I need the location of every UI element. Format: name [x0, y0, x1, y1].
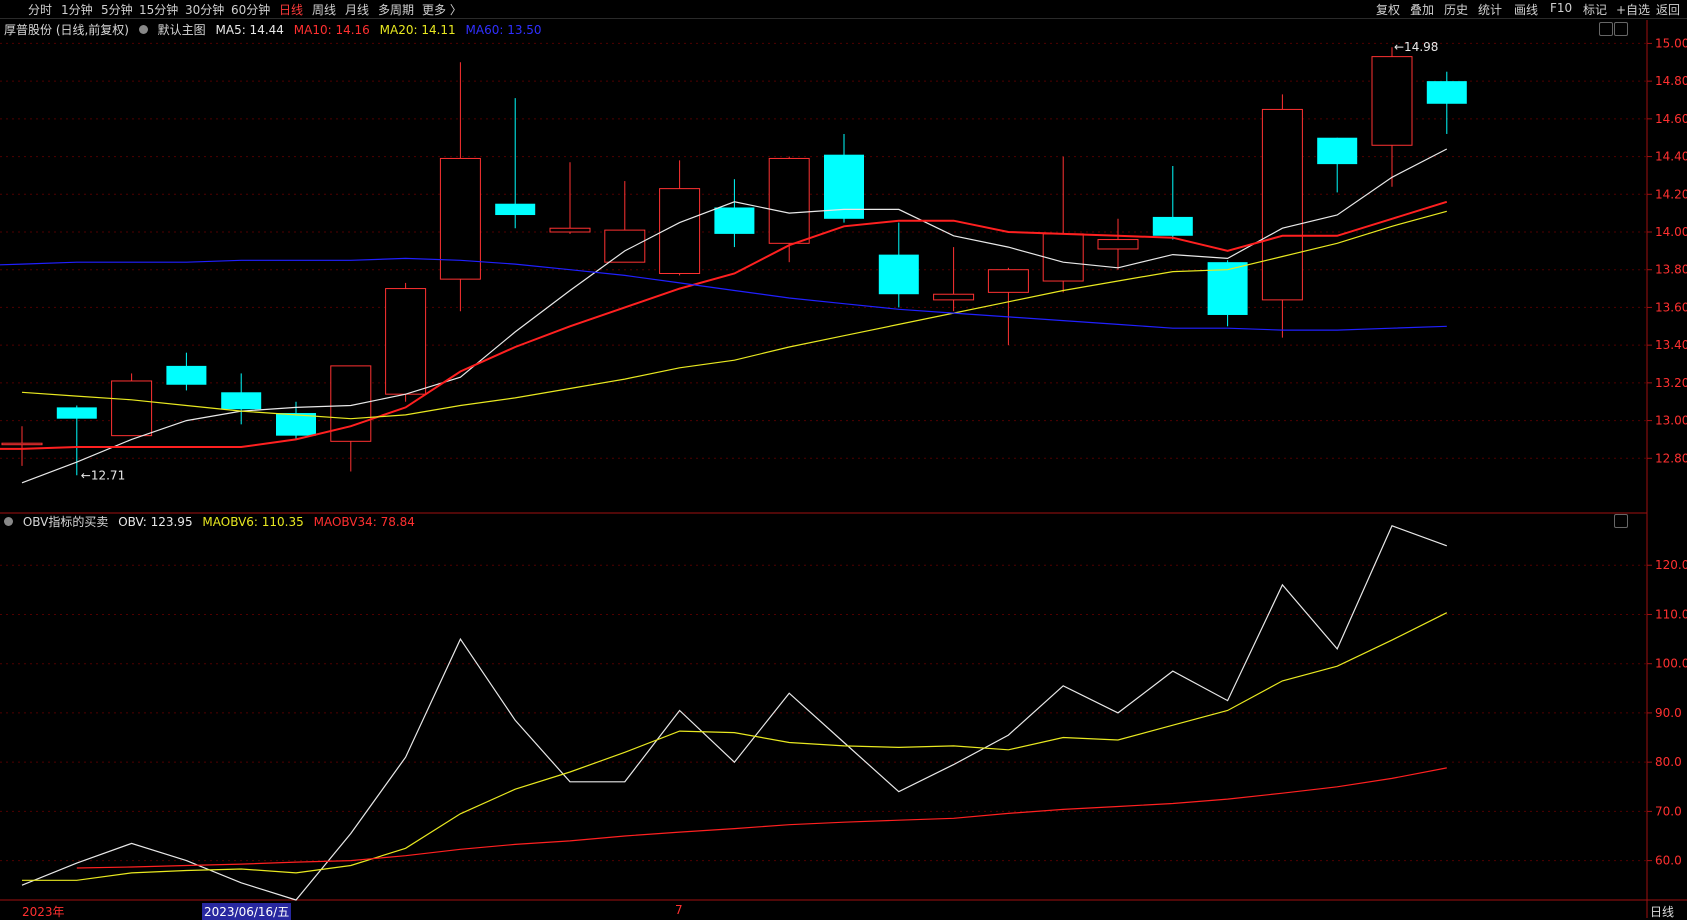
obv-tick-label: 80.0	[1655, 755, 1682, 769]
price-tick-label: 14.40	[1655, 150, 1687, 164]
low-price-label: ←12.71	[81, 468, 125, 482]
obv-tick-label: 90.0	[1655, 706, 1682, 720]
ma5-value: MA5: 14.44	[215, 23, 284, 37]
period-tab[interactable]: 月线	[345, 1, 369, 18]
restore-rights-button[interactable]: 复权	[1376, 1, 1400, 18]
candle-body-up	[1042, 233, 1084, 282]
maobv34-value: MAOBV34: 78.84	[313, 515, 415, 529]
sub-legend: OBV指标的买卖 OBV: 123.95 MAOBV6: 110.35 MAOB…	[4, 513, 421, 530]
candle-body-up	[987, 269, 1029, 293]
add-watchlist-button[interactable]: +自选	[1616, 1, 1650, 18]
period-tab[interactable]: 5分钟	[101, 1, 133, 18]
ma10-value: MA10: 14.16	[293, 23, 370, 37]
main-chart-label[interactable]: 默认主图	[158, 23, 206, 37]
high-price-label: ←14.98	[1394, 40, 1438, 54]
candle-body-up	[1371, 56, 1413, 146]
history-button[interactable]: 历史	[1444, 1, 1468, 18]
candle-body-down	[714, 207, 755, 234]
obv-tick-label: 110.0	[1655, 607, 1687, 621]
candle-body-down	[878, 254, 919, 295]
period-indicator: 日线	[1650, 905, 1675, 919]
candle-body-up	[111, 380, 153, 437]
month-label: 7	[675, 903, 683, 917]
statistics-button[interactable]: 统计	[1478, 1, 1502, 18]
price-tick-label: 14.00	[1655, 225, 1687, 239]
indicator-name[interactable]: OBV指标的买卖	[23, 515, 109, 529]
ma20-value: MA20: 14.11	[379, 23, 456, 37]
candle-body-up	[1097, 239, 1139, 250]
price-tick-label: 13.80	[1655, 263, 1687, 277]
stock-name[interactable]: 厚普股份 (日线,前复权)	[4, 23, 129, 37]
period-toolbar: 分时 1分钟 5分钟 15分钟 30分钟 60分钟 日线 周线 月线 多周期 更…	[0, 0, 1687, 19]
price-tick-label: 13.40	[1655, 338, 1687, 352]
price-tick-label: 15.00	[1655, 36, 1687, 50]
candle-body-down	[495, 203, 536, 216]
period-tab[interactable]: 60分钟	[231, 1, 270, 18]
candle-body-down	[56, 407, 97, 419]
price-tick-label: 14.60	[1655, 112, 1687, 126]
back-button[interactable]: 返回	[1656, 1, 1680, 18]
obv-tick-label: 70.0	[1655, 804, 1682, 818]
main-legend: 厚普股份 (日线,前复权) 默认主图 MA5: 14.44 MA10: 14.1…	[4, 21, 548, 38]
chart-selector-icon[interactable]	[138, 25, 148, 34]
period-tab[interactable]: 15分钟	[139, 1, 178, 18]
price-tick-label: 13.20	[1655, 376, 1687, 390]
indicator-selector-icon[interactable]	[4, 517, 13, 526]
candle-body-up	[385, 288, 427, 395]
candle-body-up	[1, 442, 43, 446]
obv-value: OBV: 123.95	[118, 515, 193, 529]
period-tab[interactable]: 多周期	[378, 1, 414, 18]
candle-body-down	[166, 365, 207, 385]
obv-tick-label: 100.0	[1655, 657, 1687, 671]
candle-body-down	[221, 392, 262, 410]
candle-body-down	[1426, 81, 1467, 104]
price-tick-label: 13.00	[1655, 414, 1687, 428]
mark-button[interactable]: 标记	[1583, 1, 1607, 18]
price-tick-label: 13.60	[1655, 300, 1687, 314]
price-tick-label: 12.80	[1655, 451, 1687, 465]
ma60-value: MA60: 13.50	[465, 23, 542, 37]
period-tab[interactable]: 周线	[312, 1, 336, 18]
more-menu[interactable]: 更多 〉	[422, 1, 462, 18]
obv-tick-label: 120.0	[1655, 558, 1687, 572]
candle-body-up	[768, 157, 810, 244]
maobv6-value: MAOBV6: 110.35	[202, 515, 304, 529]
overlay-button[interactable]: 叠加	[1410, 1, 1434, 18]
candle-body-down	[1317, 137, 1358, 165]
candle-body-up	[1261, 108, 1303, 301]
chart-canvas[interactable]: 12.80 13.00 13.20 13.40 13.60 13.80 14.00 14.20…	[0, 0, 1687, 918]
period-tab[interactable]: 30分钟	[185, 1, 224, 18]
period-tab[interactable]: 1分钟	[61, 1, 93, 18]
price-tick-label: 14.20	[1655, 187, 1687, 201]
period-tab[interactable]: 分时	[28, 1, 52, 18]
obv-line-maobv6	[22, 612, 1448, 881]
moving-average-lines	[0, 148, 1448, 484]
f10-button[interactable]: F10	[1550, 1, 1572, 15]
grid-layer	[0, 42, 1647, 862]
obv-tick-label: 60.0	[1655, 854, 1682, 868]
candle-body-up	[933, 293, 975, 301]
candle-body-down	[1152, 216, 1193, 236]
candle-body-up	[604, 229, 646, 263]
draw-line-button[interactable]: 画线	[1514, 1, 1538, 18]
sub-panel-collapse-icon[interactable]	[1614, 514, 1628, 528]
ma-line-ma10	[0, 200, 1448, 450]
settings-icon[interactable]	[1599, 22, 1613, 36]
cursor-date-label: 2023/06/16/五	[202, 903, 292, 920]
candle-body-up	[659, 188, 701, 274]
close-panel-icon[interactable]	[1614, 22, 1628, 36]
obv-line-maobv34	[76, 767, 1447, 869]
period-tab-active[interactable]: 日线	[279, 1, 303, 18]
year-label: 2023年	[22, 905, 65, 919]
price-tick-label: 14.80	[1655, 74, 1687, 88]
candle-body-up	[549, 227, 591, 233]
